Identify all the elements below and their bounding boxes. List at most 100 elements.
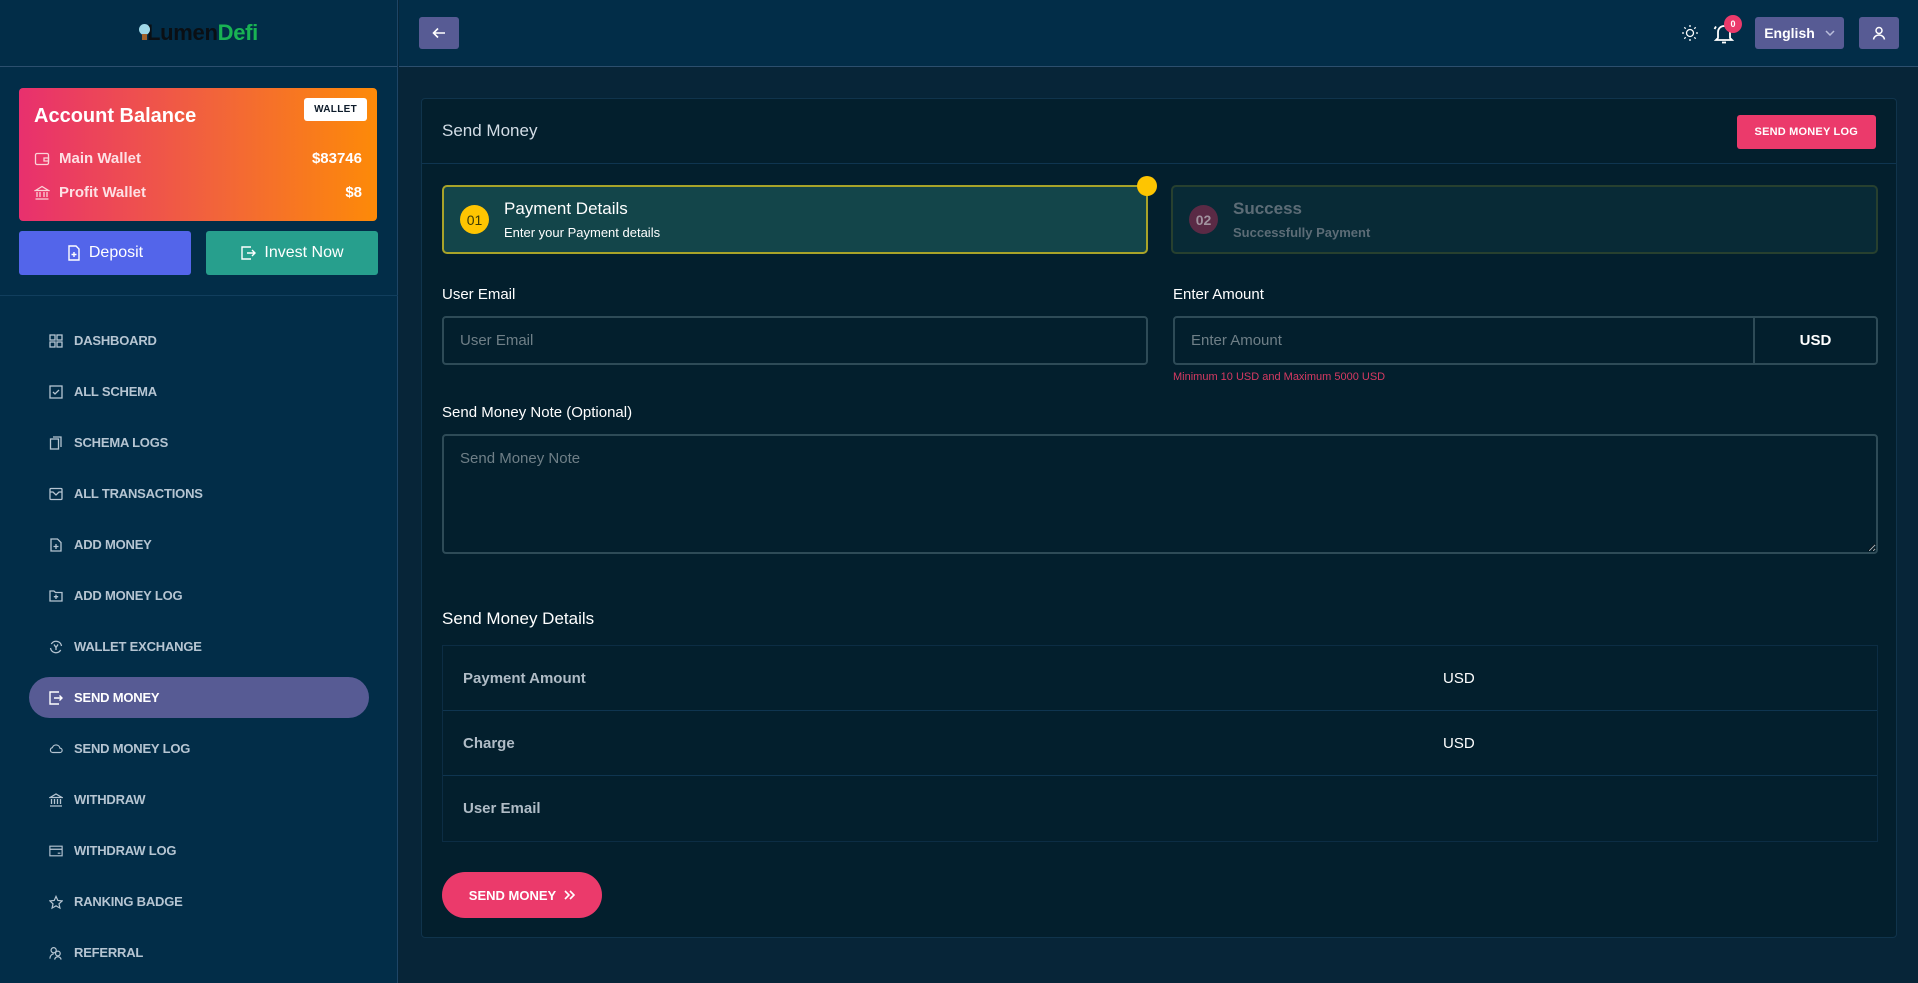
sidebar-item-all-schema[interactable]: ALL SCHEMA bbox=[29, 371, 369, 412]
send-money-details-table: Payment Amount USD Charge USD User Email bbox=[442, 645, 1878, 842]
file-plus-icon bbox=[67, 245, 81, 261]
invest-now-label: Invest Now bbox=[264, 244, 344, 261]
sidebar-item-dashboard[interactable]: DASHBOARD bbox=[29, 320, 369, 361]
lightbulb-icon bbox=[139, 24, 150, 46]
table-row: Charge USD bbox=[443, 711, 1877, 776]
step-number: 01 bbox=[460, 205, 489, 234]
copy-icon bbox=[49, 435, 63, 450]
user-email-label: User Email bbox=[442, 286, 516, 303]
sidebar-item-label: WITHDRAW bbox=[74, 792, 146, 807]
enter-amount-label: Enter Amount bbox=[1173, 286, 1264, 303]
detail-value: USD bbox=[1443, 734, 1475, 752]
sidebar-item-all-transactions[interactable]: ALL TRANSACTIONS bbox=[29, 473, 369, 514]
sidebar-item-label: SCHEMA LOGS bbox=[74, 435, 169, 450]
inbox-icon bbox=[49, 487, 63, 501]
user-menu-button[interactable] bbox=[1859, 17, 1899, 49]
sidebar-item-label: ALL SCHEMA bbox=[74, 384, 157, 399]
step-title: Payment Details bbox=[504, 199, 628, 218]
main-wallet-value: $83746 bbox=[311, 150, 362, 167]
detail-key: User Email bbox=[463, 800, 541, 817]
panel-header: Send Money SEND MONEY LOG bbox=[422, 99, 1896, 164]
wallet-icon bbox=[34, 151, 50, 167]
sidebar-item-send-money[interactable]: SEND MONEY bbox=[29, 677, 369, 718]
folder-plus-icon bbox=[49, 589, 63, 603]
currency-addon: USD bbox=[1754, 316, 1878, 365]
send-money-note-textarea[interactable] bbox=[442, 434, 1878, 554]
sun-icon[interactable] bbox=[1679, 22, 1701, 44]
double-chevron-right-icon bbox=[564, 890, 576, 900]
sidebar-item-referral[interactable]: REFERRAL bbox=[29, 932, 369, 973]
brand-name-part1: Lumen bbox=[147, 20, 218, 45]
wallet-badge[interactable]: WALLET bbox=[304, 98, 367, 121]
language-label: English bbox=[1764, 25, 1815, 41]
table-row: User Email bbox=[443, 776, 1877, 841]
detail-key: Charge bbox=[463, 734, 515, 752]
profit-wallet-label: Profit Wallet bbox=[59, 184, 146, 201]
user-email-input[interactable] bbox=[442, 316, 1148, 365]
bank-icon bbox=[34, 185, 50, 201]
back-button[interactable] bbox=[419, 17, 459, 49]
send-money-log-button[interactable]: SEND MONEY LOG bbox=[1736, 115, 1876, 149]
main-wallet-row: Main Wallet $83746 bbox=[34, 150, 362, 167]
star-icon bbox=[49, 894, 63, 909]
chevron-down-icon bbox=[1825, 30, 1835, 36]
sidebar-item-ranking-badge[interactable]: RANKING BADGE bbox=[29, 881, 369, 922]
bank-icon bbox=[49, 792, 63, 807]
detail-value: USD bbox=[1443, 669, 1475, 687]
amount-limit-hint: Minimum 10 USD and Maximum 5000 USD bbox=[1173, 371, 1386, 383]
file-plus-icon bbox=[49, 537, 63, 552]
step-subtitle: Enter your Payment details bbox=[504, 225, 661, 240]
details-title: Send Money Details bbox=[442, 609, 595, 628]
sidebar-item-send-money-log[interactable]: SEND MONEY LOG bbox=[29, 728, 369, 769]
exit-arrow-icon bbox=[240, 245, 257, 261]
checkbox-icon bbox=[49, 384, 63, 399]
sidebar-item-label: RANKING BADGE bbox=[74, 894, 183, 909]
topbar: 0 English bbox=[399, 0, 1918, 67]
note-label: Send Money Note (Optional) bbox=[442, 404, 633, 421]
logo-bar: Lumen Defi bbox=[0, 0, 397, 67]
sidebar-item-add-money[interactable]: ADD MONEY bbox=[29, 524, 369, 565]
amount-input[interactable] bbox=[1173, 316, 1755, 365]
deposit-button[interactable]: Deposit bbox=[19, 231, 191, 275]
table-row: Payment Amount USD bbox=[443, 646, 1877, 711]
notification-count-badge: 0 bbox=[1724, 15, 1742, 33]
step-success[interactable]: 02 Success Successfully Payment bbox=[1171, 185, 1878, 254]
sidebar-item-label: SEND MONEY LOG bbox=[74, 741, 191, 756]
sidebar-item-label: ALL TRANSACTIONS bbox=[74, 486, 203, 501]
deposit-label: Deposit bbox=[88, 244, 144, 261]
send-money-label: SEND MONEY bbox=[468, 887, 557, 903]
sidebar-item-label: DASHBOARD bbox=[74, 333, 157, 348]
exchange-icon bbox=[49, 640, 63, 654]
detail-key: Payment Amount bbox=[463, 669, 586, 687]
profit-wallet-row: Profit Wallet $8 bbox=[34, 184, 362, 201]
active-step-indicator bbox=[1137, 176, 1157, 196]
sidebar-item-withdraw-log[interactable]: WITHDRAW LOG bbox=[29, 830, 369, 871]
sidebar-item-label: WALLET EXCHANGE bbox=[74, 639, 202, 654]
send-money-panel: Send Money SEND MONEY LOG 01 Payment Det… bbox=[421, 98, 1897, 938]
sidebar-item-schema-logs[interactable]: SCHEMA LOGS bbox=[29, 422, 369, 463]
balance-title: Account Balance bbox=[34, 105, 197, 127]
sidebar-item-label: REFERRAL bbox=[74, 945, 144, 960]
sidebar-item-add-money-log[interactable]: ADD MONEY LOG bbox=[29, 575, 369, 616]
language-select[interactable]: English bbox=[1755, 17, 1844, 49]
brand-logo[interactable]: Lumen Defi bbox=[139, 20, 258, 46]
step-subtitle: Successfully Payment bbox=[1233, 225, 1371, 240]
main-wallet-label: Main Wallet bbox=[59, 150, 141, 167]
sidebar-item-wallet-exchange[interactable]: WALLET EXCHANGE bbox=[29, 626, 369, 667]
page-title: Send Money bbox=[442, 121, 538, 140]
step-payment-details[interactable]: 01 Payment Details Enter your Payment de… bbox=[442, 185, 1148, 254]
sidebar: Lumen Defi Account Balance WALLET Main W… bbox=[0, 0, 398, 983]
step-number: 02 bbox=[1189, 205, 1218, 234]
sidebar-divider bbox=[0, 295, 398, 296]
brand-name-part2: Defi bbox=[217, 20, 259, 45]
card-icon bbox=[49, 844, 63, 858]
cloud-icon bbox=[49, 742, 63, 756]
users-icon bbox=[49, 946, 63, 960]
send-money-submit-button[interactable]: SEND MONEY bbox=[442, 872, 602, 918]
sidebar-item-withdraw[interactable]: WITHDRAW bbox=[29, 779, 369, 820]
sidebar-item-label: SEND MONEY bbox=[74, 690, 160, 705]
sidebar-nav: DASHBOARD ALL SCHEMA SCHEMA LOGS ALL TRA… bbox=[29, 320, 369, 983]
invest-now-button[interactable]: Invest Now bbox=[206, 231, 378, 275]
step-title: Success bbox=[1233, 199, 1302, 218]
arrow-left-icon bbox=[432, 27, 446, 39]
